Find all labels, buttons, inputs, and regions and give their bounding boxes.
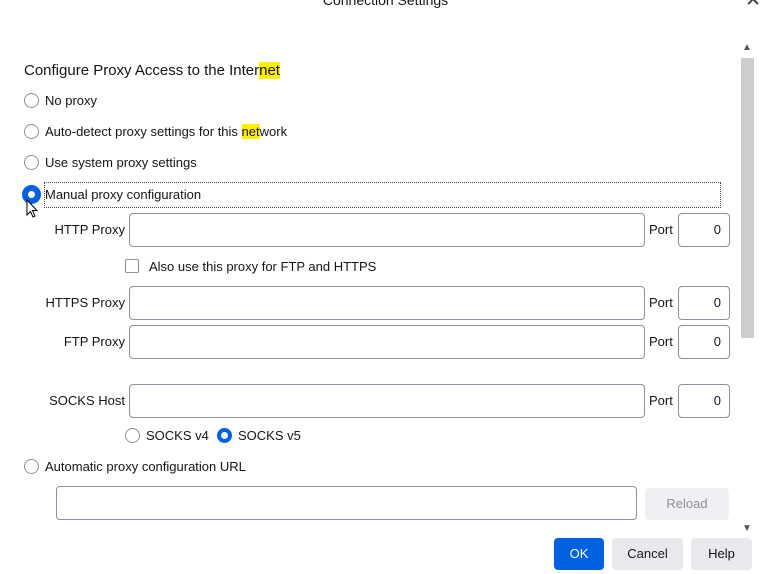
help-button[interactable]: Help [691, 538, 752, 570]
no-proxy-radio[interactable] [24, 93, 39, 108]
ftp-port-input[interactable]: 0 [678, 325, 730, 359]
reload-button[interactable]: Reload [645, 488, 729, 520]
https-proxy-label: HTTPS Proxy [45, 295, 125, 310]
socks-v4-label[interactable]: SOCKS v4 [146, 428, 209, 444]
heading-highlight: net [259, 62, 280, 79]
https-port-label: Port [649, 295, 673, 310]
scrollbar-thumb[interactable] [741, 58, 754, 338]
socks-port-label: Port [649, 393, 673, 408]
socks-v5-radio[interactable] [217, 428, 232, 443]
auto-detect-label[interactable]: Auto-detect proxy settings for this netw… [45, 124, 287, 140]
heading-text: Configure Proxy Access to the Inter [24, 62, 260, 79]
ftp-proxy-input[interactable] [129, 325, 645, 359]
auto-url-input[interactable] [56, 486, 637, 520]
also-use-label[interactable]: Also use this proxy for FTP and HTTPS [149, 259, 376, 275]
manual-proxy-label[interactable]: Manual proxy configuration [45, 187, 201, 203]
http-proxy-input[interactable] [129, 213, 645, 247]
ftp-proxy-label: FTP Proxy [63, 334, 125, 349]
auto-detect-text: Auto-detect proxy settings for this [45, 124, 242, 139]
auto-detect-text-end: work [259, 124, 288, 139]
http-port-input[interactable]: 0 [678, 213, 730, 247]
no-proxy-label[interactable]: No proxy [45, 93, 97, 109]
ok-button[interactable]: OK [554, 538, 604, 570]
also-use-checkbox[interactable] [125, 259, 139, 273]
close-icon[interactable]: ✕ [745, 0, 761, 11]
auto-url-radio[interactable] [24, 459, 39, 474]
http-proxy-label: HTTP Proxy [54, 222, 125, 237]
socks-v5-label[interactable]: SOCKS v5 [238, 428, 301, 444]
title-bar: Connection Settings ✕ [0, 0, 771, 12]
auto-detect-radio[interactable] [24, 124, 39, 139]
socks-v4-radio[interactable] [125, 428, 140, 443]
socks-port-input[interactable]: 0 [678, 384, 730, 418]
system-proxy-radio[interactable] [24, 155, 39, 170]
socks-host-label: SOCKS Host [49, 393, 125, 408]
scroll-up-icon[interactable]: ▲ [739, 42, 755, 53]
auto-detect-highlight: net [241, 124, 260, 139]
socks-host-input[interactable] [129, 384, 645, 418]
http-port-label: Port [649, 222, 673, 237]
https-port-input[interactable]: 0 [678, 286, 730, 320]
window-title: Connection Settings [322, 0, 449, 8]
section-heading: Configure Proxy Access to the Internet [24, 62, 280, 79]
ftp-port-label: Port [649, 334, 673, 349]
mouse-pointer-icon [26, 199, 39, 218]
system-proxy-label[interactable]: Use system proxy settings [45, 155, 197, 171]
scroll-down-icon[interactable]: ▼ [739, 523, 755, 534]
cancel-button[interactable]: Cancel [612, 538, 683, 570]
auto-url-label[interactable]: Automatic proxy configuration URL [45, 459, 246, 475]
https-proxy-input[interactable] [129, 286, 645, 320]
